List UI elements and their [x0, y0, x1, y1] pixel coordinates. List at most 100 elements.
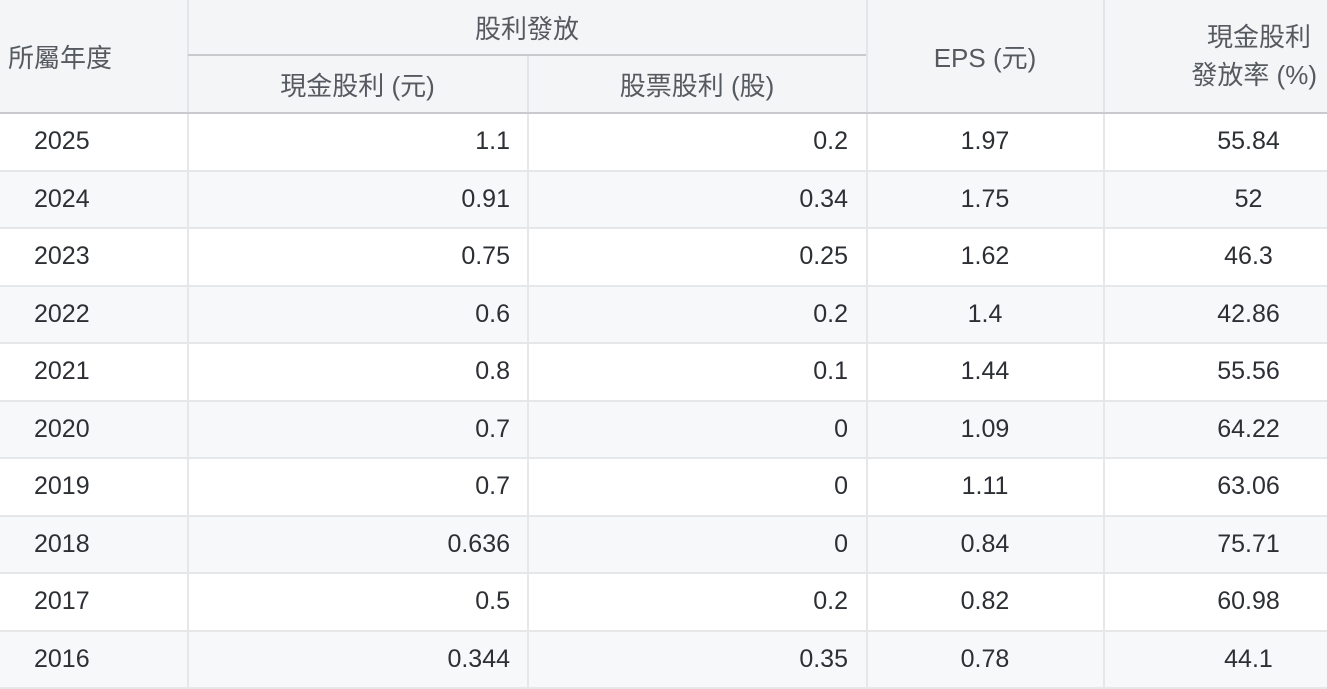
header-divider: [187, 0, 189, 112]
header-dividend-group: 股利發放: [188, 0, 866, 54]
column-divider: [866, 402, 868, 458]
column-divider: [866, 172, 868, 228]
cell-stock-dividend: 0.1: [528, 344, 866, 400]
cell-year: 2016: [0, 632, 187, 688]
column-divider: [1103, 344, 1105, 400]
table-row: 20230.750.251.6246.3: [0, 229, 1327, 287]
table-row: 20220.60.21.442.86: [0, 287, 1327, 345]
cell-cash-dividend: 0.5: [188, 574, 527, 630]
header-year[interactable]: 所屬年度: [0, 0, 187, 112]
cell-stock-dividend: 0: [528, 459, 866, 515]
table-row: 20210.80.11.4455.56: [0, 344, 1327, 402]
cell-eps: 1.97: [867, 114, 1103, 170]
header-eps[interactable]: EPS (元): [867, 0, 1103, 112]
column-divider: [866, 114, 868, 170]
cell-year: 2023: [0, 229, 187, 285]
cell-cash-dividend: 0.8: [188, 344, 527, 400]
header-payout-ratio[interactable]: 現金股利 發放率 (%): [1104, 0, 1327, 112]
cell-eps: 1.09: [867, 402, 1103, 458]
column-divider: [1103, 287, 1105, 343]
cell-stock-dividend: 0.2: [528, 574, 866, 630]
table-row: 20251.10.21.9755.84: [0, 114, 1327, 172]
header-payout-ratio-line2: 發放率 (%): [1191, 56, 1317, 94]
cell-payout-ratio: 44.1: [1104, 632, 1327, 688]
cell-year: 2025: [0, 114, 187, 170]
column-divider: [527, 459, 529, 515]
cell-payout-ratio: 63.06: [1104, 459, 1327, 515]
cell-eps: 1.62: [867, 229, 1103, 285]
cell-stock-dividend: 0: [528, 517, 866, 573]
column-divider: [187, 287, 189, 343]
column-divider: [527, 632, 529, 688]
cell-payout-ratio: 55.56: [1104, 344, 1327, 400]
cell-year: 2018: [0, 517, 187, 573]
dividend-table: 所屬年度 股利發放 現金股利 (元) 股票股利 (股) EPS (元) 現金股利…: [0, 0, 1327, 684]
column-divider: [866, 344, 868, 400]
table-row: 20190.701.1163.06: [0, 459, 1327, 517]
cell-eps: 0.82: [867, 574, 1103, 630]
cell-stock-dividend: 0.34: [528, 172, 866, 228]
column-divider: [866, 229, 868, 285]
column-divider: [1103, 114, 1105, 170]
column-divider: [187, 114, 189, 170]
table-row: 20200.701.0964.22: [0, 402, 1327, 460]
column-divider: [1103, 172, 1105, 228]
cell-payout-ratio: 46.3: [1104, 229, 1327, 285]
column-divider: [1103, 402, 1105, 458]
column-divider: [187, 229, 189, 285]
column-divider: [187, 632, 189, 688]
cell-stock-dividend: 0.25: [528, 229, 866, 285]
column-divider: [866, 517, 868, 573]
cell-eps: 0.84: [867, 517, 1103, 573]
cell-year: 2021: [0, 344, 187, 400]
cell-eps: 1.11: [867, 459, 1103, 515]
header-stock-dividend[interactable]: 股票股利 (股): [528, 56, 866, 112]
cell-cash-dividend: 0.636: [188, 517, 527, 573]
column-divider: [187, 459, 189, 515]
cell-eps: 1.44: [867, 344, 1103, 400]
cell-eps: 1.4: [867, 287, 1103, 343]
table-row: 20160.3440.350.7844.1: [0, 632, 1327, 689]
column-divider: [187, 517, 189, 573]
table-body: 20251.10.21.9755.8420240.910.341.7552202…: [0, 114, 1327, 689]
column-divider: [187, 172, 189, 228]
cell-cash-dividend: 0.75: [188, 229, 527, 285]
column-divider: [866, 459, 868, 515]
column-divider: [527, 229, 529, 285]
cell-eps: 1.75: [867, 172, 1103, 228]
cell-year: 2024: [0, 172, 187, 228]
cell-stock-dividend: 0: [528, 402, 866, 458]
column-divider: [187, 574, 189, 630]
column-divider: [1103, 517, 1105, 573]
cell-payout-ratio: 60.98: [1104, 574, 1327, 630]
table-row: 20170.50.20.8260.98: [0, 574, 1327, 632]
column-divider: [527, 402, 529, 458]
cell-stock-dividend: 0.2: [528, 114, 866, 170]
column-divider: [187, 344, 189, 400]
cell-payout-ratio: 64.22: [1104, 402, 1327, 458]
table-header: 所屬年度 股利發放 現金股利 (元) 股票股利 (股) EPS (元) 現金股利…: [0, 0, 1327, 114]
column-divider: [527, 172, 529, 228]
column-divider: [527, 517, 529, 573]
header-cash-dividend[interactable]: 現金股利 (元): [188, 56, 527, 112]
column-divider: [187, 402, 189, 458]
column-divider: [527, 574, 529, 630]
cell-year: 2022: [0, 287, 187, 343]
header-payout-ratio-line1: 現金股利: [1207, 18, 1317, 56]
cell-cash-dividend: 0.7: [188, 459, 527, 515]
cell-cash-dividend: 1.1: [188, 114, 527, 170]
cell-cash-dividend: 0.7: [188, 402, 527, 458]
column-divider: [527, 114, 529, 170]
header-divider: [527, 56, 529, 112]
column-divider: [527, 344, 529, 400]
cell-stock-dividend: 0.2: [528, 287, 866, 343]
cell-cash-dividend: 0.6: [188, 287, 527, 343]
header-group-divider: [188, 54, 866, 56]
header-divider: [866, 0, 868, 112]
cell-eps: 0.78: [867, 632, 1103, 688]
column-divider: [1103, 574, 1105, 630]
cell-cash-dividend: 0.91: [188, 172, 527, 228]
column-divider: [1103, 459, 1105, 515]
cell-payout-ratio: 52: [1104, 172, 1327, 228]
column-divider: [1103, 632, 1105, 688]
